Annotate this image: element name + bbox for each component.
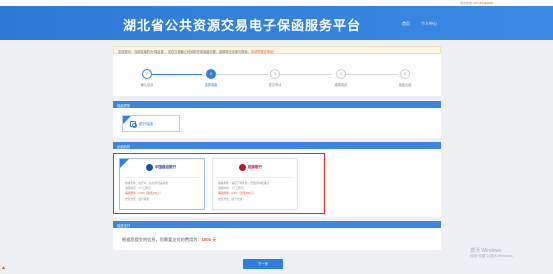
notice-text: 当前选择的为“保证金”，请在交易截止时间前完成保函办理，逾期将无法参与投标。: [133, 49, 251, 54]
service-hotline: 服务热线: 027-87310000: [460, 1, 493, 5]
cmb-logo-icon: [239, 164, 246, 171]
bank-name: 中国建设银行: [155, 165, 176, 169]
fee-label: 根据您提交的信息，您需要支付的费用为：: [122, 237, 202, 242]
step-connector: [152, 74, 202, 75]
bank-info: 申请条件：满足下列条件，经银行审核通过 出函时间：1个工作日 保函费率：0.5%…: [218, 181, 269, 202]
step-3-label: 提交申请: [268, 83, 282, 87]
next-step-button[interactable]: 下一步: [243, 259, 283, 269]
site-title: 湖北省公共资源交易电子保函服务平台: [123, 19, 362, 34]
step-connector: [280, 74, 332, 75]
nav-user-center-link[interactable]: 个人中心: [421, 21, 437, 27]
activation-watermark-text: 转到“设置”以激活 Windows。: [470, 254, 516, 258]
step-3-circle: 3: [270, 69, 280, 79]
notice-highlight: 请尽早提交申请！: [250, 49, 277, 54]
fee-summary: 根据您提交的信息，您需要支付的费用为：1000 元: [122, 237, 216, 243]
bank-logo: 招商银行: [239, 164, 262, 171]
guarantee-type-card-bank[interactable]: 银行保函: [122, 115, 180, 132]
step-connector: [346, 74, 398, 75]
section-header-guarantee-type: 保函类型: [113, 101, 441, 108]
hotline-number: 027-87310000: [473, 1, 493, 5]
bank-rate: 保函费率：0.5%（最低300元）: [125, 192, 163, 196]
bank-payment: 支付方式：银行转账: [125, 197, 150, 201]
bank-card-ccb[interactable]: 中国建设银行 申请条件：在开户、征信状况良好的 出函时间：1个工作日 保函费率：…: [119, 158, 205, 210]
step-5-circle: 5: [400, 69, 410, 79]
bank-info: 申请条件：在开户、征信状况良好的 出函时间：1个工作日 保函费率：0.5%（最低…: [125, 181, 168, 202]
step-2-circle: 2: [206, 69, 216, 79]
step-connector: [216, 74, 268, 75]
site-header: 湖北省公共资源交易电子保函服务平台 首页 个人中心: [0, 6, 553, 40]
step-4-label: 缴纳保费: [334, 83, 348, 87]
guarantee-type-label: 银行保函: [139, 122, 153, 126]
section-header-fee: 保费支付: [113, 221, 441, 228]
fee-amount: 1000: [201, 237, 211, 242]
section-header-institution: 出函机构: [113, 142, 441, 149]
notice-prefix: 友情提示：: [118, 49, 134, 54]
notice-bar: 友情提示：当前选择的为“保证金”，请在交易截止时间前完成保函办理，逾期将无法参与…: [113, 46, 441, 54]
step-4-circle: 4: [336, 69, 346, 79]
bank-card-cmb[interactable]: 招商银行 申请条件：满足下列条件，经银行审核通过 出函时间：1个工作日 保函费率…: [212, 158, 298, 210]
step-5-label: 保函出函: [398, 83, 412, 87]
hotline-label: 服务热线:: [459, 1, 473, 5]
step-1-label: 确认信息: [140, 83, 154, 87]
divider: [124, 177, 200, 178]
bank-payment: 支付方式：线下支付: [218, 197, 243, 201]
activation-watermark-title: 激活 Windows: [470, 248, 502, 254]
nav-home-link[interactable]: 首页: [402, 21, 410, 27]
bank-name: 招商银行: [248, 165, 262, 169]
bank-logo: 中国建设银行: [146, 164, 176, 171]
step-1-check-icon: ✓: [142, 69, 152, 79]
ccb-logo-icon: [146, 164, 153, 171]
step-2-label: 选择保函: [204, 83, 218, 87]
warning-icon: ▲: [1, 265, 6, 271]
divider: [217, 177, 293, 178]
selected-corner-mark: [120, 159, 129, 168]
fee-unit: 元: [212, 237, 217, 242]
certificate-icon: [130, 121, 137, 128]
